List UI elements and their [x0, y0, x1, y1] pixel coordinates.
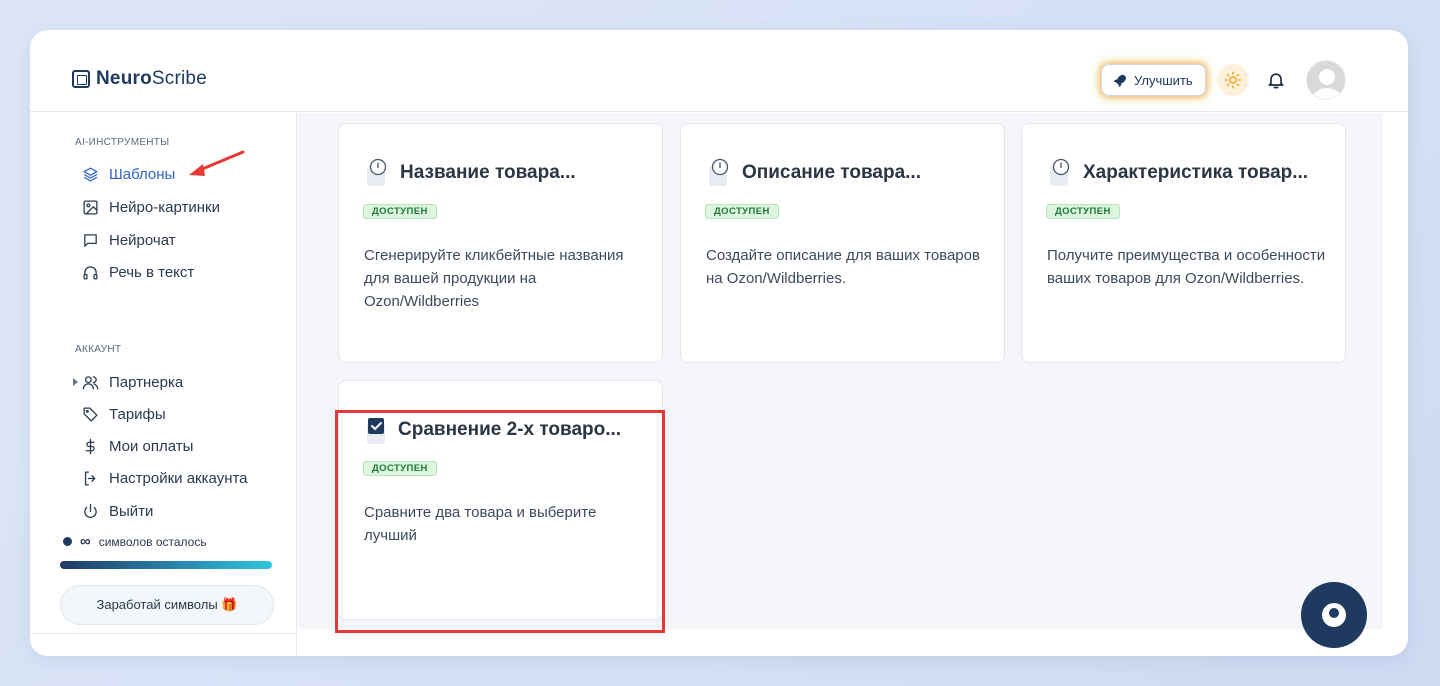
- section-title-account: АККАУНТ: [75, 344, 122, 355]
- expand-caret-icon[interactable]: [73, 378, 78, 386]
- card-title: Характеристика товар...: [1083, 162, 1309, 183]
- sidebar-item-label: Шаблоны: [109, 165, 176, 183]
- logo[interactable]: NeuroScribe: [72, 68, 207, 90]
- annotation-arrow-icon: [189, 150, 245, 176]
- sidebar-item-label: Нейро-картинки: [109, 198, 220, 216]
- divider: [30, 633, 297, 634]
- sidebar-item-account-settings[interactable]: Настройки аккаунта: [82, 467, 248, 489]
- sidebar-item-neuro-images[interactable]: Нейро-картинки: [82, 196, 220, 218]
- template-card-product-features[interactable]: Характеристика товар... ДОСТУПЕН Получит…: [1021, 123, 1346, 363]
- sidebar-item-label: Выйти: [109, 502, 154, 520]
- image-icon: [83, 199, 98, 215]
- sidebar-item-partners[interactable]: Партнерка: [82, 371, 183, 393]
- upgrade-label: Улучшить: [1134, 72, 1193, 88]
- sidebar: AI-ИНСТРУМЕНТЫ Шаблоны Нейро-картинки Не…: [30, 113, 297, 656]
- sidebar-item-tariffs[interactable]: Тарифы: [82, 403, 166, 425]
- template-card-product-description[interactable]: Описание товара... ДОСТУПЕН Создайте опи…: [680, 123, 1005, 363]
- status-badge: ДОСТУПЕН: [363, 204, 437, 219]
- clipboard-clock-icon: [1050, 158, 1070, 186]
- power-icon: [84, 503, 97, 518]
- sidebar-item-label: Мои оплаты: [109, 437, 194, 455]
- sidebar-item-label: Тарифы: [109, 405, 166, 423]
- sidebar-item-label: Речь в текст: [109, 263, 195, 281]
- earn-credits-label: Заработай символы 🎁: [96, 597, 238, 612]
- status-badge: ДОСТУПЕН: [705, 204, 779, 219]
- card-description: Создайте описание для ваших товаров на O…: [706, 247, 980, 287]
- card-description: Получите преимущества и особенности ваши…: [1047, 247, 1326, 287]
- users-icon: [82, 375, 99, 390]
- theme-toggle-button[interactable]: [1217, 64, 1249, 96]
- credits-label: символов осталось: [98, 534, 207, 549]
- card-title: Название товара...: [400, 162, 576, 183]
- credits-remaining: ∞ символов осталось: [63, 533, 207, 550]
- card-title: Описание товара...: [742, 162, 921, 183]
- logout-arrow-icon: [84, 470, 96, 486]
- top-header: NeuroScribe Улучшить: [30, 30, 1408, 112]
- bell-icon: [1268, 73, 1284, 89]
- sidebar-item-label: Партнерка: [109, 373, 184, 391]
- status-badge: ДОСТУПЕН: [1046, 204, 1120, 219]
- sidebar-item-logout[interactable]: Выйти: [82, 500, 153, 522]
- clipboard-clock-icon: [709, 158, 729, 186]
- layers-icon: [83, 166, 98, 182]
- clipboard-clock-icon: [367, 158, 387, 186]
- notifications-button[interactable]: [1264, 68, 1288, 92]
- dollar-icon: [85, 438, 95, 454]
- sidebar-item-label: Настройки аккаунта: [109, 469, 248, 487]
- upgrade-button[interactable]: Улучшить: [1101, 64, 1206, 96]
- logo-text: NeuroScribe: [96, 68, 207, 89]
- earn-credits-button[interactable]: Заработай символы 🎁: [60, 585, 274, 625]
- logo-icon: [72, 70, 90, 88]
- section-title-tools: AI-ИНСТРУМЕНТЫ: [75, 137, 170, 148]
- sidebar-item-neurochat[interactable]: Нейрочат: [82, 229, 176, 251]
- chat-person-icon: [1322, 603, 1346, 627]
- app-window: NeuroScribe Улучшить AI-ИНСТРУМЕНТЫ Шабл…: [30, 30, 1408, 656]
- chat-icon: [84, 233, 97, 247]
- support-chat-button[interactable]: [1301, 582, 1367, 648]
- sidebar-item-speech-to-text[interactable]: Речь в текст: [82, 261, 194, 283]
- sidebar-item-payments[interactable]: Мои оплаты: [82, 435, 193, 457]
- templates-grid: Название товара... ДОСТУПЕН Сгенерируйте…: [298, 113, 1383, 633]
- tag-icon: [83, 406, 98, 422]
- rocket-icon: [1113, 74, 1126, 87]
- credits-progress-bar: [60, 561, 272, 569]
- card-description: Сгенерируйте кликбейтные названия для ва…: [364, 247, 624, 310]
- sidebar-item-label: Нейрочат: [109, 231, 176, 249]
- headphones-icon: [83, 265, 98, 280]
- highlight-box: [335, 410, 665, 633]
- status-dot: [63, 537, 72, 546]
- sun-icon: [1224, 71, 1242, 89]
- template-card-product-name[interactable]: Название товара... ДОСТУПЕН Сгенерируйте…: [338, 123, 663, 363]
- avatar[interactable]: [1306, 60, 1346, 100]
- user-silhouette-icon: [1311, 69, 1343, 99]
- sidebar-item-templates[interactable]: Шаблоны: [82, 163, 175, 185]
- credits-value: ∞: [80, 533, 91, 550]
